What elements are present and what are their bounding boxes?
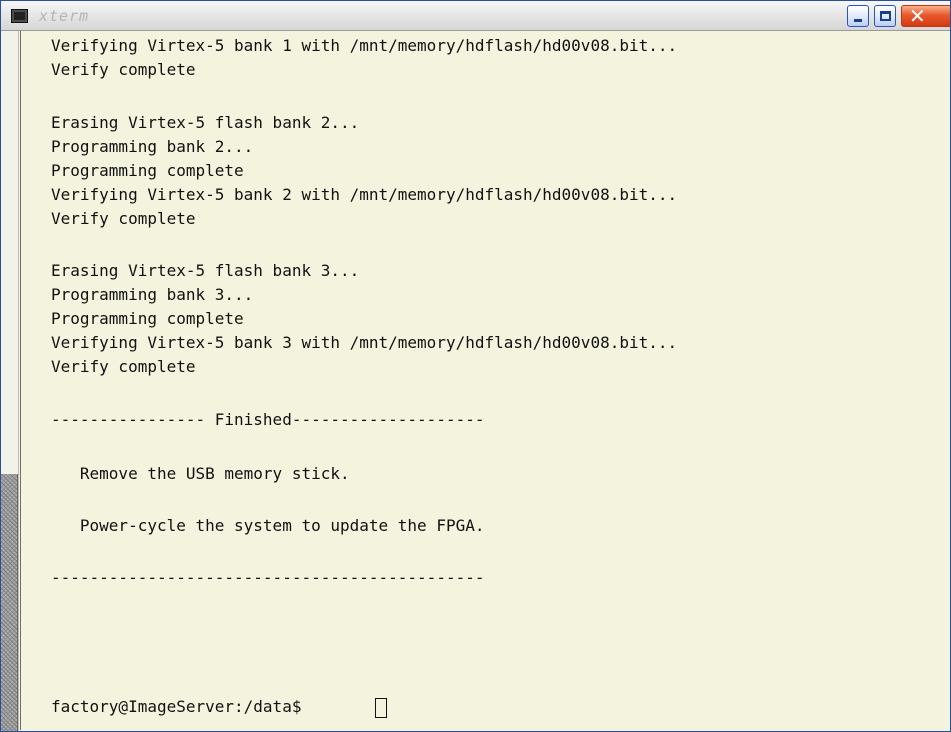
terminal-line: Verifying Virtex-5 bank 3 with /mnt/memo… bbox=[51, 333, 678, 352]
maximize-icon bbox=[880, 11, 891, 21]
terminal-line: Power-cycle the system to update the FPG… bbox=[51, 516, 485, 535]
xterm-window: xterm ✕ Verifying Virtex-5 bank 1 with /… bbox=[0, 0, 951, 732]
terminal-line: Verifying Virtex-5 bank 1 with /mnt/memo… bbox=[51, 36, 678, 55]
terminal-line: Programming bank 2... bbox=[51, 137, 254, 156]
terminal-line: Remove the USB memory stick. bbox=[51, 464, 350, 483]
terminal-line: Verifying Virtex-5 bank 2 with /mnt/memo… bbox=[51, 185, 678, 204]
title-bar[interactable]: xterm ✕ bbox=[1, 1, 950, 31]
terminal-line: ----------------------------------------… bbox=[51, 568, 485, 587]
minimize-button[interactable] bbox=[847, 5, 869, 27]
terminal-icon[interactable] bbox=[11, 9, 28, 23]
terminal-line: Programming complete bbox=[51, 309, 244, 328]
scrollbar-thumb[interactable] bbox=[1, 474, 18, 731]
terminal-line: Erasing Virtex-5 flash bank 2... bbox=[51, 113, 360, 132]
maximize-button[interactable] bbox=[874, 5, 896, 27]
window-title: xterm bbox=[39, 7, 90, 25]
scrollbar[interactable] bbox=[1, 31, 19, 731]
terminal-line: Programming bank 3... bbox=[51, 285, 254, 304]
minimize-icon bbox=[854, 19, 862, 22]
terminal-line: Erasing Virtex-5 flash bank 3... bbox=[51, 261, 360, 280]
shell-prompt: factory@ImageServer:/data$ bbox=[51, 697, 302, 716]
terminal-line: Verify complete bbox=[51, 357, 196, 376]
terminal-output[interactable]: Verifying Virtex-5 bank 1 with /mnt/memo… bbox=[20, 31, 949, 730]
text-cursor[interactable] bbox=[375, 698, 387, 718]
terminal-line: Verify complete bbox=[51, 60, 196, 79]
close-icon: ✕ bbox=[909, 4, 926, 28]
terminal-line: Programming complete bbox=[51, 161, 244, 180]
terminal-line: Verify complete bbox=[51, 209, 196, 228]
close-button[interactable]: ✕ bbox=[901, 4, 950, 28]
terminal-line: ---------------- Finished---------------… bbox=[51, 410, 485, 429]
